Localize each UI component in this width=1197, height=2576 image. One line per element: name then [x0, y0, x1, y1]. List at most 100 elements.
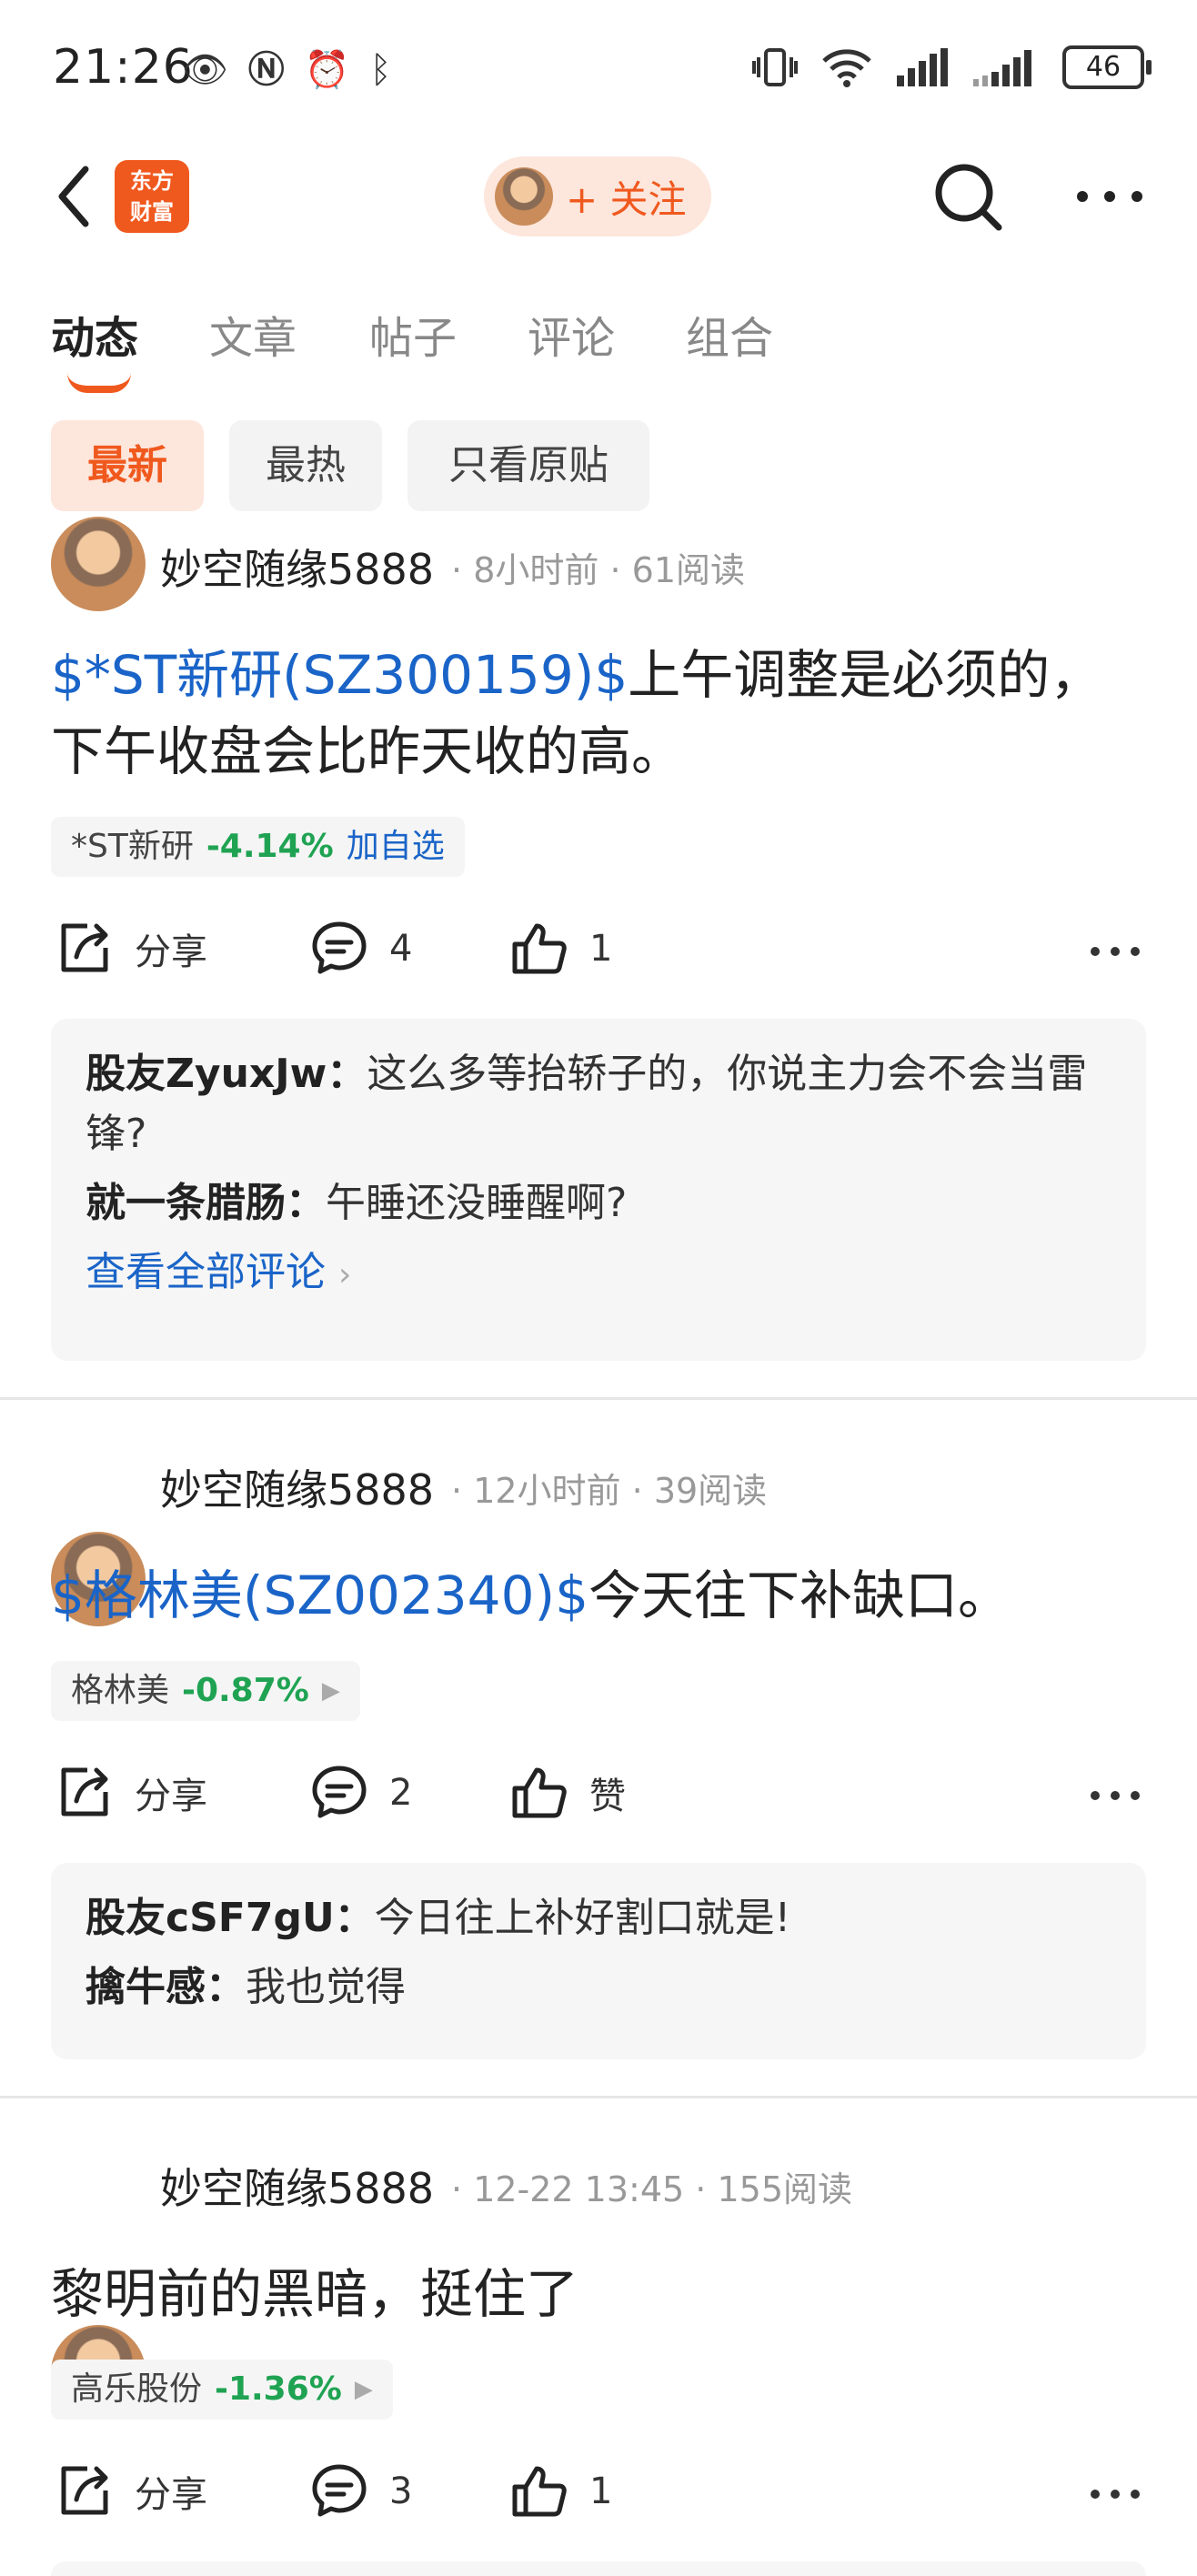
comment-button[interactable]: 3 [309, 2461, 412, 2521]
comment-count: 2 [389, 1772, 413, 1814]
author-name[interactable]: 妙空随缘5888 [160, 537, 434, 597]
post-time: 8小时前 [473, 550, 599, 590]
status-bar: 21:26 👁 Ⓝ ⏰ ᛒ 46 [0, 0, 1197, 146]
like-count: 1 [589, 2470, 613, 2512]
chevron-right-icon: › [338, 1256, 352, 1293]
post-content[interactable]: $格林美(SZ002340)$今天往下补缺口。 [51, 1557, 1142, 1634]
author-name[interactable]: 妙空随缘5888 [160, 1457, 434, 1517]
view-all-label: 查看全部评论 [86, 1249, 326, 1295]
view-all-comments-link[interactable]: 查看全部评论 › [86, 1243, 1112, 1305]
like-count: 1 [589, 928, 613, 970]
share-icon [61, 923, 108, 972]
post-more-icon[interactable] [1088, 942, 1142, 961]
stock-name: *ST新研 [71, 828, 194, 865]
comment-icon [312, 2464, 367, 2517]
post-more-icon[interactable] [1088, 2485, 1142, 2503]
tab-dynamic[interactable]: 动态 [51, 302, 138, 366]
status-right-icons: 46 [751, 45, 1152, 89]
comment-icon [312, 921, 367, 974]
post-body: 今天往下补缺口。 [588, 1565, 1011, 1626]
share-label: 分享 [135, 1776, 207, 1817]
play-arrow-icon: ▶ [321, 1677, 340, 1705]
author-name[interactable]: 妙空随缘5888 [160, 2156, 434, 2216]
stock-link[interactable]: $*ST新研(SZ300159)$ [51, 644, 628, 706]
app-logo: 东方 财富 [115, 160, 189, 233]
avatar [495, 167, 553, 226]
like-count: 赞 [589, 1776, 626, 1817]
stock-change: -4.14% [206, 828, 334, 865]
eye-icon: 👁 [182, 49, 228, 91]
comment-line: 股友cSF7gU：今日往上补好割口就是! [86, 1888, 1112, 1948]
search-icon[interactable] [930, 158, 1006, 235]
nfc-icon: Ⓝ [247, 49, 285, 91]
tab-comments[interactable]: 评论 [528, 302, 615, 366]
stock-link[interactable]: $格林美(SZ002340)$ [51, 1565, 588, 1626]
comment-user[interactable]: 股友ZyuxJw： [86, 1051, 367, 1097]
comment-count: 4 [389, 928, 413, 970]
share-icon [61, 2466, 108, 2515]
comment-user[interactable]: 就一条腊肠： [86, 1180, 326, 1226]
tab-posts[interactable]: 帖子 [369, 302, 457, 366]
filter-hot[interactable]: 最热 [229, 420, 382, 511]
comment-icon [312, 1766, 367, 1818]
add-watchlist-button[interactable]: 加自选 [347, 817, 445, 877]
comment-user[interactable]: 股友cSF7gU： [86, 1895, 375, 1941]
follow-button[interactable]: + 关注 [484, 156, 711, 236]
post-content[interactable]: $*ST新研(SZ300159)$上午调整是必须的，下午收盘会比昨天收的高。 [51, 637, 1142, 790]
share-button[interactable]: 分享 [55, 919, 207, 979]
thumbs-up-icon [512, 1767, 567, 1818]
status-left-icons: 👁 Ⓝ ⏰ ᛒ [182, 47, 392, 93]
share-button[interactable]: 分享 [55, 1763, 207, 1823]
filter-original-only[interactable]: 只看原贴 [407, 420, 649, 511]
stock-change: -0.87% [182, 1672, 309, 1709]
stock-tag[interactable]: 格林美 -0.87% ▶ [51, 1661, 360, 1721]
like-button[interactable]: 1 [509, 919, 612, 979]
post-reads: 155阅读 [717, 2169, 853, 2209]
thumbs-up-icon [512, 923, 567, 974]
comment-button[interactable]: 2 [309, 1763, 412, 1823]
stock-tag[interactable]: 高乐股份 -1.36% ▶ [51, 2360, 393, 2420]
share-button[interactable]: 分享 [55, 2461, 207, 2521]
comment-line: 擒牛感：我也觉得 [86, 1957, 1112, 2018]
vibrate-icon [752, 48, 798, 86]
post-time: 12-22 13:45 [473, 2169, 685, 2209]
active-tab-indicator [67, 373, 131, 393]
follow-label: + 关注 [566, 176, 687, 222]
comment-preview [51, 2561, 1146, 2576]
tab-portfolio[interactable]: 组合 [686, 302, 773, 366]
meta-separator: · [609, 550, 621, 590]
author-avatar[interactable] [51, 517, 146, 611]
post-content[interactable]: 黎明前的黑暗，挺住了 [51, 2256, 1142, 2332]
post-divider [0, 1397, 1197, 1400]
post-body: 黎明前的黑暗，挺住了 [51, 2263, 579, 2325]
more-options-icon[interactable] [1073, 178, 1146, 215]
comment-preview[interactable]: 股友cSF7gU：今日往上补好割口就是! 擒牛感：我也觉得 [51, 1863, 1146, 2059]
filter-latest[interactable]: 最新 [51, 420, 204, 511]
post-more-icon[interactable] [1088, 1786, 1142, 1805]
meta-separator: · [631, 1471, 643, 1511]
comment-user[interactable]: 擒牛感： [86, 1964, 246, 2010]
battery-indicator: 46 [1062, 45, 1152, 89]
comment-count: 3 [389, 2470, 413, 2512]
comment-button[interactable]: 4 [309, 919, 412, 979]
wifi-icon [822, 49, 871, 87]
share-label: 分享 [135, 931, 207, 973]
comment-preview[interactable]: 股友ZyuxJw：这么多等抬轿子的，你说主力会不会当雷锋? 就一条腊肠：午睡还没… [51, 1019, 1146, 1361]
comment-text: 今日往上补好割口就是! [374, 1895, 791, 1941]
meta-separator: · [451, 2169, 463, 2209]
signal-icon-2 [973, 50, 1031, 86]
like-button[interactable]: 1 [509, 2461, 612, 2521]
post-meta: · 8小时前 · 61阅读 [451, 542, 745, 592]
meta-separator: · [451, 550, 463, 590]
meta-separator: · [451, 1471, 463, 1511]
post-time: 12小时前 [473, 1471, 621, 1511]
stock-name: 格林美 [71, 1672, 170, 1709]
back-arrow-icon[interactable] [49, 160, 104, 233]
stock-change: -1.36% [215, 2370, 342, 2408]
stock-tag[interactable]: *ST新研 -4.14% 加自选 [51, 817, 465, 877]
post-reads: 61阅读 [631, 550, 746, 590]
like-button[interactable]: 赞 [509, 1763, 626, 1823]
status-time: 21:26 [53, 40, 194, 95]
bluetooth-icon: ᛒ [369, 49, 392, 91]
tab-articles[interactable]: 文章 [209, 302, 297, 366]
